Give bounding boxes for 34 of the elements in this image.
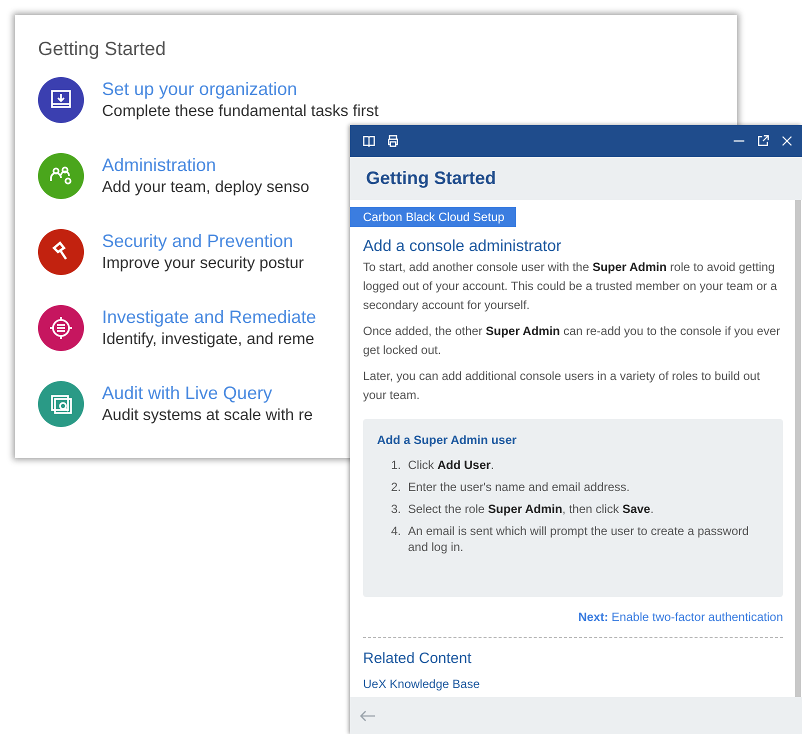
step-text: Select the role Super Admin, then click Save. (408, 501, 654, 517)
task-description: Identify, investigate, and reme (102, 330, 314, 350)
step-number: 3. (391, 501, 402, 517)
close-icon[interactable] (780, 134, 794, 148)
popout-icon[interactable] (756, 134, 770, 148)
card-title: Getting Started (38, 39, 167, 61)
book-icon[interactable] (362, 134, 376, 148)
paragraph: To start, add another console user with the Super Admin role to avoid getting logged out of your account. This could be a trusted member on your team or a secondary account for yourself. (363, 259, 778, 314)
task-description: Add your team, deploy senso (102, 178, 310, 198)
panel-title: Getting Started (366, 168, 496, 189)
section-tab[interactable]: Carbon Black Cloud Setup (350, 207, 516, 227)
task-link[interactable]: Audit with Live Query (102, 381, 272, 405)
step-number: 1. (391, 457, 402, 473)
paragraph: Later, you can add additional console users in a variety of roles to build out your team. (363, 368, 761, 404)
step-number: 2. (391, 479, 402, 495)
task-link[interactable]: Investigate and Remediate (102, 305, 316, 329)
step-text: An email is sent which will prompt the user to create a password and log in. (408, 523, 750, 555)
related-heading: Related Content (363, 650, 472, 667)
task-description: Complete these fundamental tasks first (102, 102, 379, 122)
task-link[interactable]: Security and Prevention (102, 229, 294, 253)
box-title: Add a Super Admin user (377, 433, 518, 447)
section-heading: Add a console administrator (363, 238, 562, 256)
step-text: Enter the user's name and email address. (408, 479, 630, 495)
scrollbar[interactable] (795, 200, 801, 697)
print-icon[interactable] (386, 134, 400, 148)
task-link[interactable]: Administration (102, 153, 216, 177)
task-description: Audit systems at scale with re (102, 406, 313, 426)
next-link[interactable]: Next: Enable two-factor authentication (578, 610, 783, 624)
task-description: Improve your security postur (102, 254, 304, 274)
step-number: 4. (391, 523, 402, 540)
paragraph: Once added, the other Super Admin can re-add you to the console if you ever get locked out. (363, 323, 782, 359)
related-link[interactable]: UeX Knowledge Base (363, 677, 783, 691)
task-link[interactable]: Set up your organization (102, 77, 298, 101)
step-text: Click Add User. (408, 457, 494, 473)
